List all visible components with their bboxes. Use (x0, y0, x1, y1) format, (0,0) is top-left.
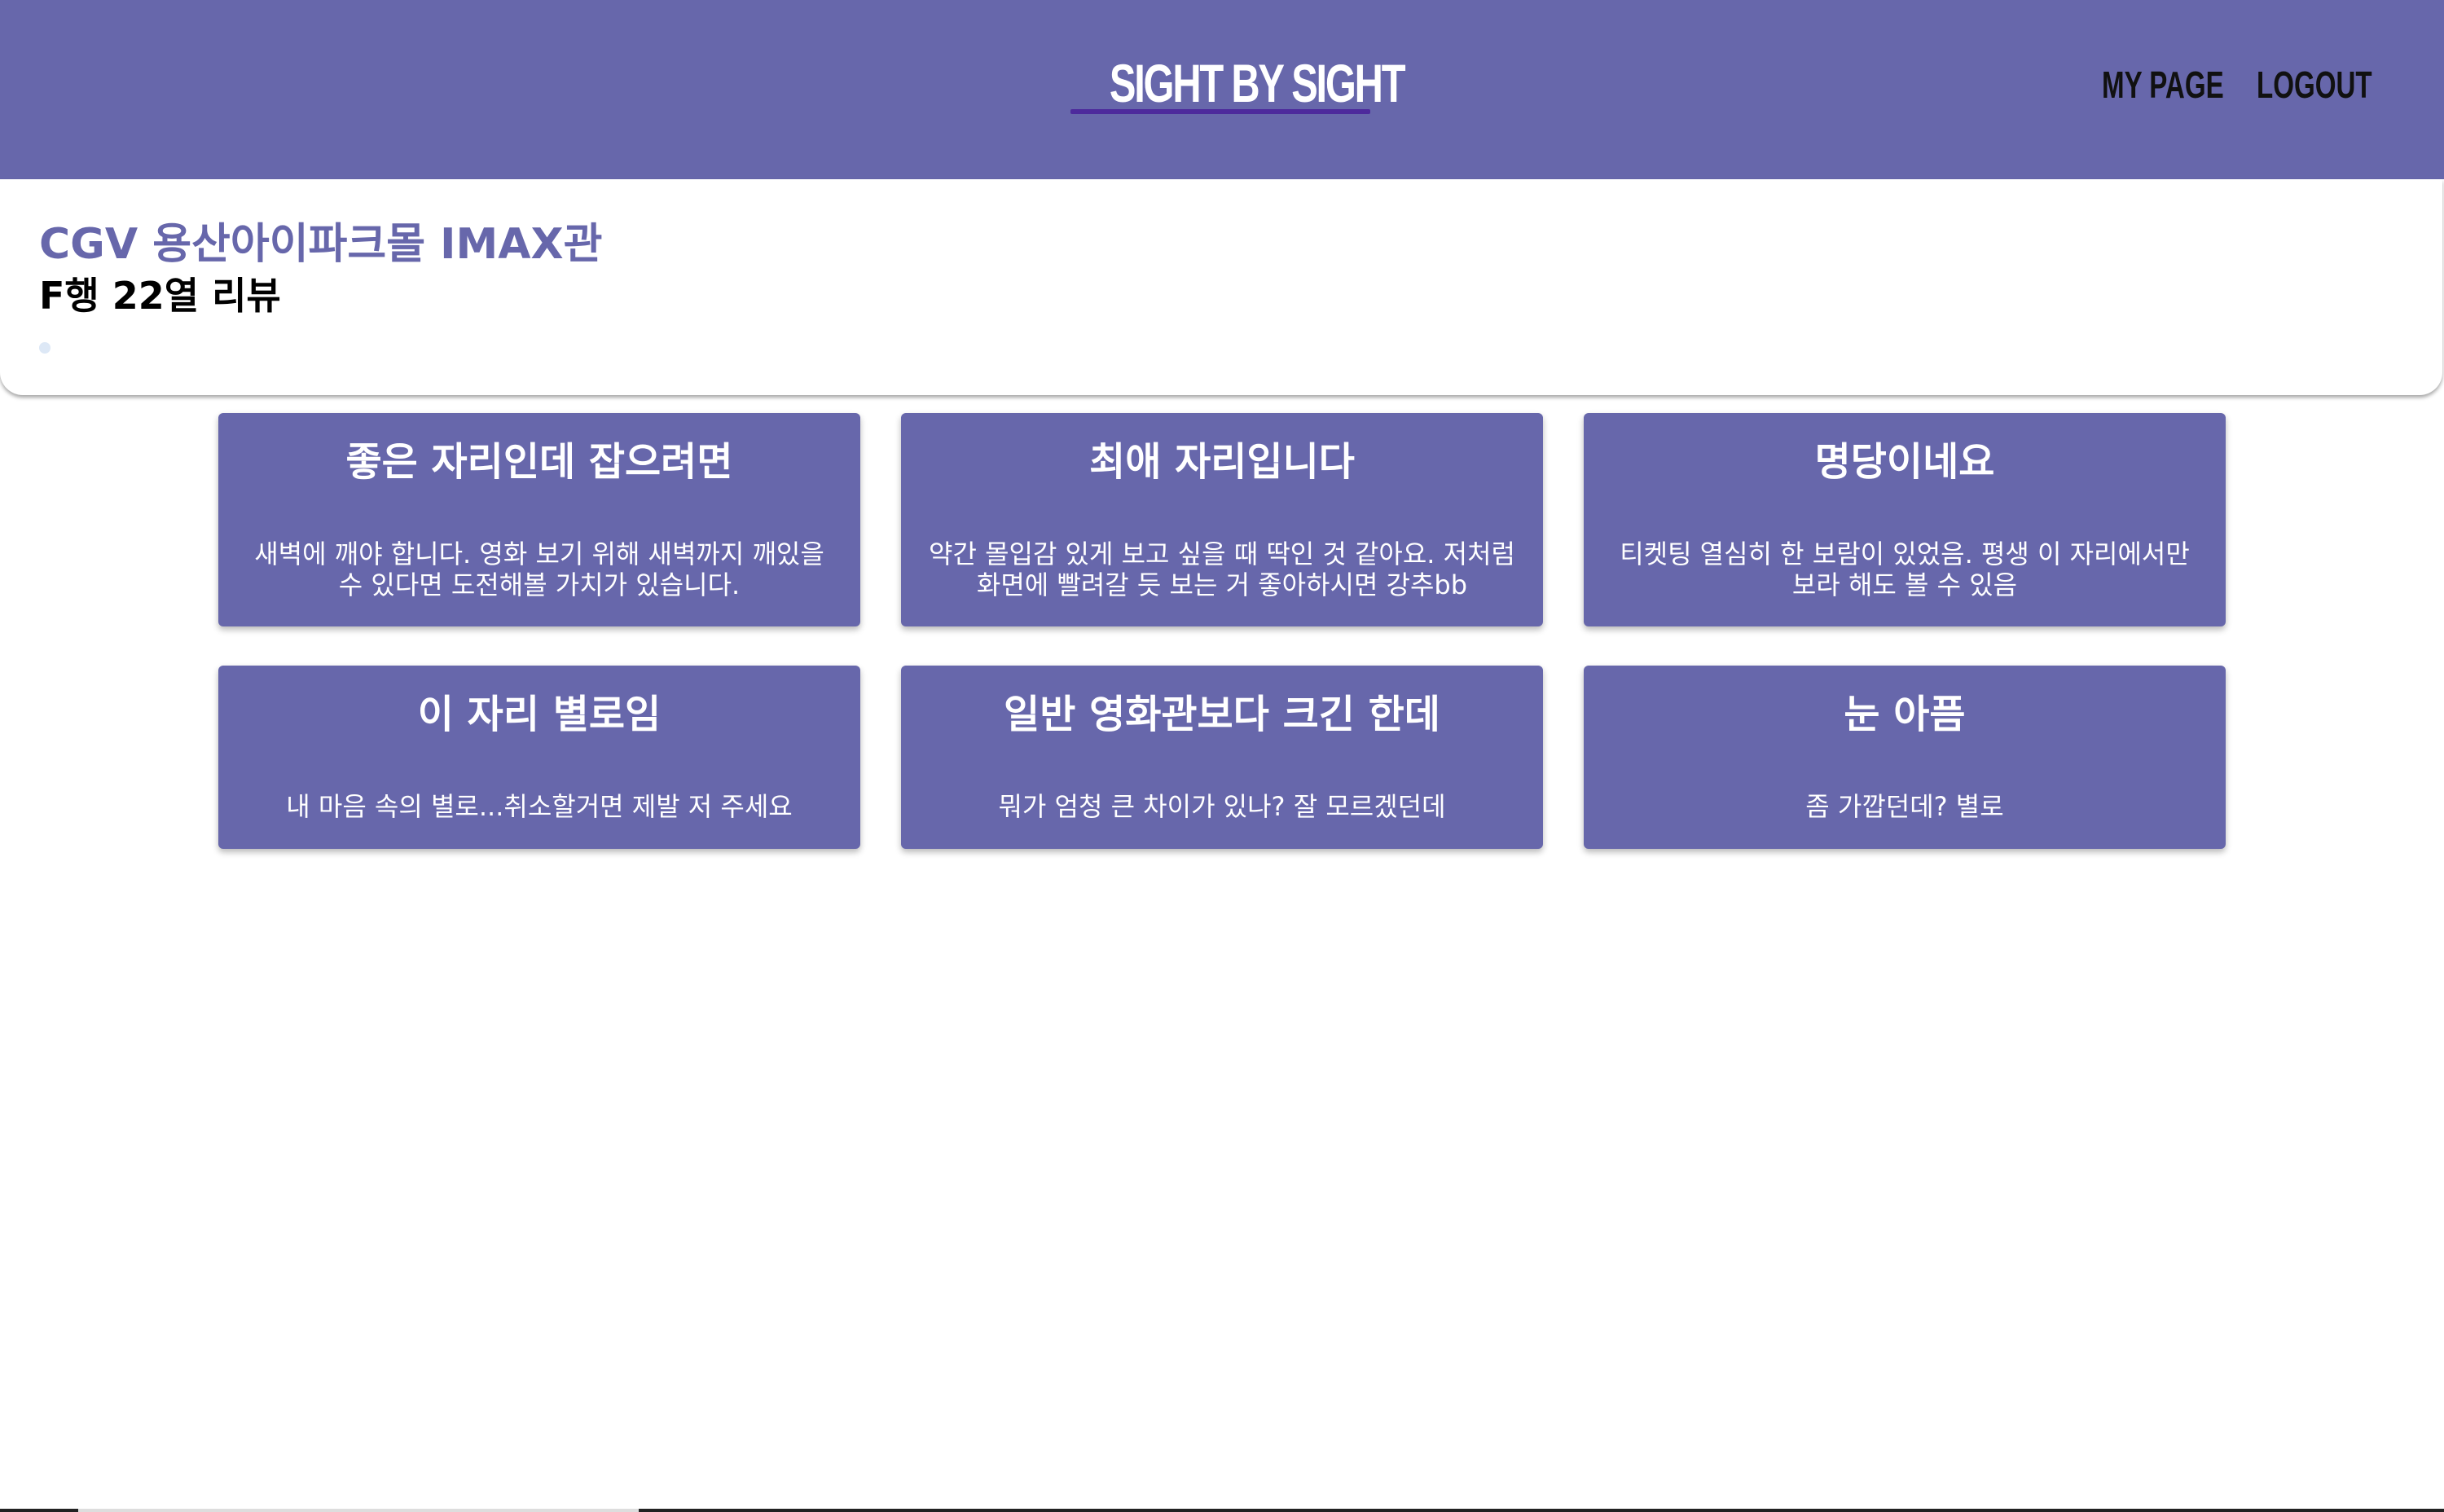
review-title: 이 자리 별로임 (417, 692, 662, 737)
review-card[interactable]: 눈 아픔 좀 가깝던데? 별로 (1584, 666, 2226, 849)
top-navigation-bar: SIGHT BY SIGHT MY PAGE LOGOUT (0, 0, 2444, 179)
review-card[interactable]: 이 자리 별로임 내 마음 속의 별로...취소할거면 제발 저 주세요 (218, 666, 860, 849)
review-title: 최애 자리입니다 (1089, 439, 1355, 485)
theater-name: CGV 용산아이파크몰 IMAX관 (39, 220, 603, 269)
seat-info-panel: CGV 용산아이파크몰 IMAX관 F행 22열 리뷰 (0, 179, 2442, 395)
seat-review-title: F행 22열 리뷰 (39, 274, 281, 318)
review-body: 새벽에 깨야 합니다. 영화 보기 위해 새벽까지 깨있을 수 있다면 도전해볼… (254, 538, 824, 600)
bottom-scrollbar-thumb[interactable] (78, 1509, 639, 1512)
review-body: 뭐가 엄청 큰 차이가 있나? 잘 모르겠던데 (998, 791, 1446, 822)
logo-underline (1070, 109, 1370, 114)
indicator-dot (39, 342, 51, 354)
site-logo[interactable]: SIGHT BY SIGHT (1110, 51, 1406, 116)
review-card[interactable]: 일반 영화관보다 크긴 한데 뭐가 엄청 큰 차이가 있나? 잘 모르겠던데 (901, 666, 1543, 849)
review-title: 눈 아픔 (1844, 692, 1966, 737)
review-body: 내 마음 속의 별로...취소할거면 제발 저 주세요 (286, 791, 793, 822)
review-title: 명당이네요 (1814, 439, 1995, 485)
review-card[interactable]: 좋은 자리인데 잡으려면 새벽에 깨야 합니다. 영화 보기 위해 새벽까지 깨… (218, 413, 860, 626)
review-body: 티켓팅 열심히 한 보람이 있었음. 평생 이 자리에서만 보라 해도 볼 수 … (1620, 538, 2190, 600)
review-body: 약간 몰입감 있게 보고 싶을 때 딱인 것 같아요. 저처럼 화면에 빨려갈 … (929, 538, 1515, 600)
review-title: 일반 영화관보다 크긴 한데 (1004, 692, 1440, 737)
my-page-link[interactable]: MY PAGE (2102, 60, 2224, 109)
review-card[interactable]: 최애 자리입니다 약간 몰입감 있게 보고 싶을 때 딱인 것 같아요. 저처럼… (901, 413, 1543, 626)
logout-link[interactable]: LOGOUT (2257, 60, 2372, 109)
review-card[interactable]: 명당이네요 티켓팅 열심히 한 보람이 있었음. 평생 이 자리에서만 보라 해… (1584, 413, 2226, 626)
review-body: 좀 가깝던데? 별로 (1805, 791, 2004, 822)
review-title: 좋은 자리인데 잡으려면 (345, 439, 733, 485)
